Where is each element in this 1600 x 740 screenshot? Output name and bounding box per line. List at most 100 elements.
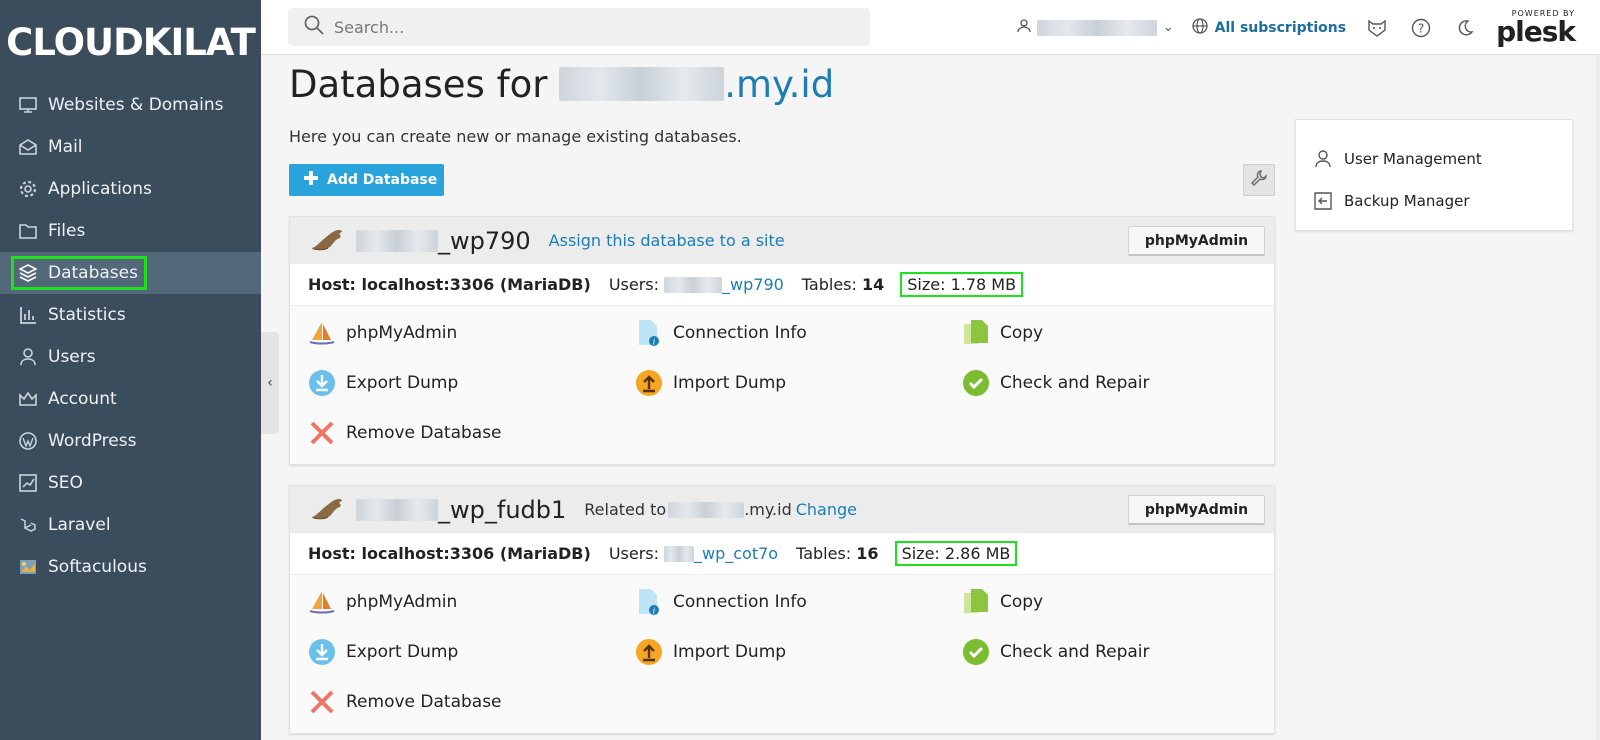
connection-info-action[interactable]: i Connection Info [635, 585, 962, 619]
host-label: Host: localhost:3306 (MariaDB) [308, 275, 591, 294]
mariadb-seal-icon [310, 226, 344, 256]
tables-value: 16 [856, 544, 879, 563]
size-info: Size: 1.78 MB [900, 272, 1024, 297]
connection-info-action[interactable]: i Connection Info [635, 316, 962, 350]
database-card: _wp790 Assign this database to a site ph… [289, 216, 1275, 465]
import-dump-action[interactable]: Import Dump [635, 366, 962, 400]
page-title-prefix: Databases for [289, 62, 560, 106]
sidebar-item-websites-domains[interactable]: Websites & Domains [0, 84, 261, 126]
database-actions: phpMyAdmin i Connection Info Copy Export… [290, 575, 1274, 733]
backup-manager-link[interactable]: Backup Manager [1314, 180, 1554, 222]
copy-action[interactable]: Copy [962, 316, 1262, 350]
backup-manager-label: Backup Manager [1344, 192, 1470, 210]
search-box[interactable] [288, 8, 870, 46]
action-label: Import Dump [673, 373, 787, 393]
sidebar-item-wordpress[interactable]: WordPress [0, 420, 261, 462]
gear-icon [18, 179, 38, 199]
chevron-left-icon: ‹ [267, 375, 273, 391]
tables-info: Tables: 14 [802, 275, 884, 294]
redacted-username [1036, 19, 1157, 36]
database-name[interactable]: _wp790 [356, 227, 531, 255]
database-info: Host: localhost:3306 (MariaDB) Users: _w… [290, 533, 1274, 575]
check-repair-action[interactable]: Check and Repair [962, 366, 1262, 400]
phpmyadmin-action[interactable]: phpMyAdmin [308, 316, 635, 350]
phpmyadmin-button[interactable]: phpMyAdmin [1128, 495, 1265, 525]
sidebar-item-label: SEO [48, 473, 83, 493]
action-label: Export Dump [346, 373, 459, 393]
database-card: _wp_fudb1 Related to .my.id Change phpMy… [289, 485, 1275, 734]
sidebar-item-databases[interactable]: Databases [0, 252, 261, 294]
cloudkilat-logo[interactable]: CLOUDKILAT [0, 0, 261, 84]
sidebar-item-laravel[interactable]: Laravel [0, 504, 261, 546]
related-domain-suffix: .my.id [744, 500, 792, 519]
sidebar-item-mail[interactable]: Mail [0, 126, 261, 168]
redacted-user-prefix [664, 276, 723, 293]
toolbar: Add Database [289, 164, 1275, 196]
phpmyadmin-button[interactable]: phpMyAdmin [1128, 226, 1265, 256]
folder-icon [18, 221, 38, 241]
db-user-link[interactable]: _wp_cot7o [664, 544, 778, 563]
sidebar-item-label: Mail [48, 137, 83, 157]
action-label: Import Dump [673, 642, 787, 662]
remove-database-action[interactable]: Remove Database [308, 685, 635, 719]
copy-action[interactable]: Copy [962, 585, 1262, 619]
change-link[interactable]: Change [796, 500, 857, 519]
redacted-db-prefix [356, 498, 438, 521]
bar-chart-icon [18, 305, 38, 325]
sidebar-item-label: WordPress [48, 431, 137, 451]
remove-database-action[interactable]: Remove Database [308, 416, 635, 450]
sidebar-item-account[interactable]: Account [0, 378, 261, 420]
svg-text:i: i [653, 607, 656, 616]
size-info: Size: 2.86 MB [894, 541, 1018, 566]
action-label: Export Dump [346, 642, 459, 662]
import-dump-action[interactable]: Import Dump [635, 635, 962, 669]
page-title: Databases for .my.id [289, 59, 1275, 109]
plesk-logo: POWERED BY plesk [1496, 9, 1576, 46]
sidebar-item-label: Softaculous [48, 557, 147, 577]
database-name[interactable]: _wp_fudb1 [356, 496, 566, 524]
sidebar-item-label: Statistics [48, 305, 126, 325]
phpmyadmin-action[interactable]: phpMyAdmin [308, 585, 635, 619]
sidebar-item-seo[interactable]: SEO [0, 462, 261, 504]
host-label: Host: localhost:3306 (MariaDB) [308, 544, 591, 563]
sidebar-collapse-toggle[interactable]: ‹ [261, 332, 279, 434]
db-user-link[interactable]: _wp790 [664, 275, 784, 294]
search-input[interactable] [334, 17, 834, 37]
export-dump-action[interactable]: Export Dump [308, 366, 635, 400]
assign-database-link[interactable]: Assign this database to a site [549, 231, 785, 250]
all-subscriptions-link[interactable]: All subscriptions [1192, 17, 1347, 38]
dark-mode-icon[interactable] [1452, 15, 1478, 41]
plus-icon [303, 170, 319, 190]
sidebar-item-statistics[interactable]: Statistics [0, 294, 261, 336]
database-card-header: _wp790 Assign this database to a site ph… [290, 217, 1274, 264]
check-repair-action[interactable]: Check and Repair [962, 635, 1262, 669]
user-menu[interactable]: ⌄ [1017, 18, 1174, 37]
action-label: Remove Database [346, 692, 502, 712]
redacted-user-prefix [664, 545, 695, 562]
page-title-domain[interactable]: .my.id [724, 63, 834, 106]
sidebar-item-applications[interactable]: Applications [0, 168, 261, 210]
databases-highlight: Databases [11, 256, 147, 290]
seo-chart-icon [18, 473, 38, 493]
page-scrollbar[interactable] [1596, 55, 1600, 740]
connection-info-icon: i [635, 319, 663, 347]
help-icon[interactable]: ? [1408, 15, 1434, 41]
tables-info: Tables: 16 [796, 544, 878, 563]
mariadb-seal-icon [310, 495, 344, 525]
wordpress-icon [18, 431, 38, 451]
softaculous-icon [18, 557, 38, 577]
settings-wrench-button[interactable] [1243, 164, 1275, 196]
sidebar-item-label: Files [48, 221, 86, 241]
sidebar-item-softaculous[interactable]: Softaculous [0, 546, 261, 588]
backup-icon [1314, 192, 1334, 210]
header-actions: ⌄ All subscriptions ? POWERED BY plesk [1017, 0, 1576, 55]
sidebar-item-files[interactable]: Files [0, 210, 261, 252]
add-database-button[interactable]: Add Database [289, 164, 444, 196]
export-dump-action[interactable]: Export Dump [308, 635, 635, 669]
user-management-link[interactable]: User Management [1314, 138, 1554, 180]
subscriptions-label: All subscriptions [1214, 19, 1347, 36]
sidebar-item-users[interactable]: Users [0, 336, 261, 378]
user-outline-icon [1314, 150, 1334, 168]
cat-mascot-icon[interactable] [1364, 15, 1390, 41]
tools-side-panel: User Management Backup Manager [1295, 119, 1573, 231]
